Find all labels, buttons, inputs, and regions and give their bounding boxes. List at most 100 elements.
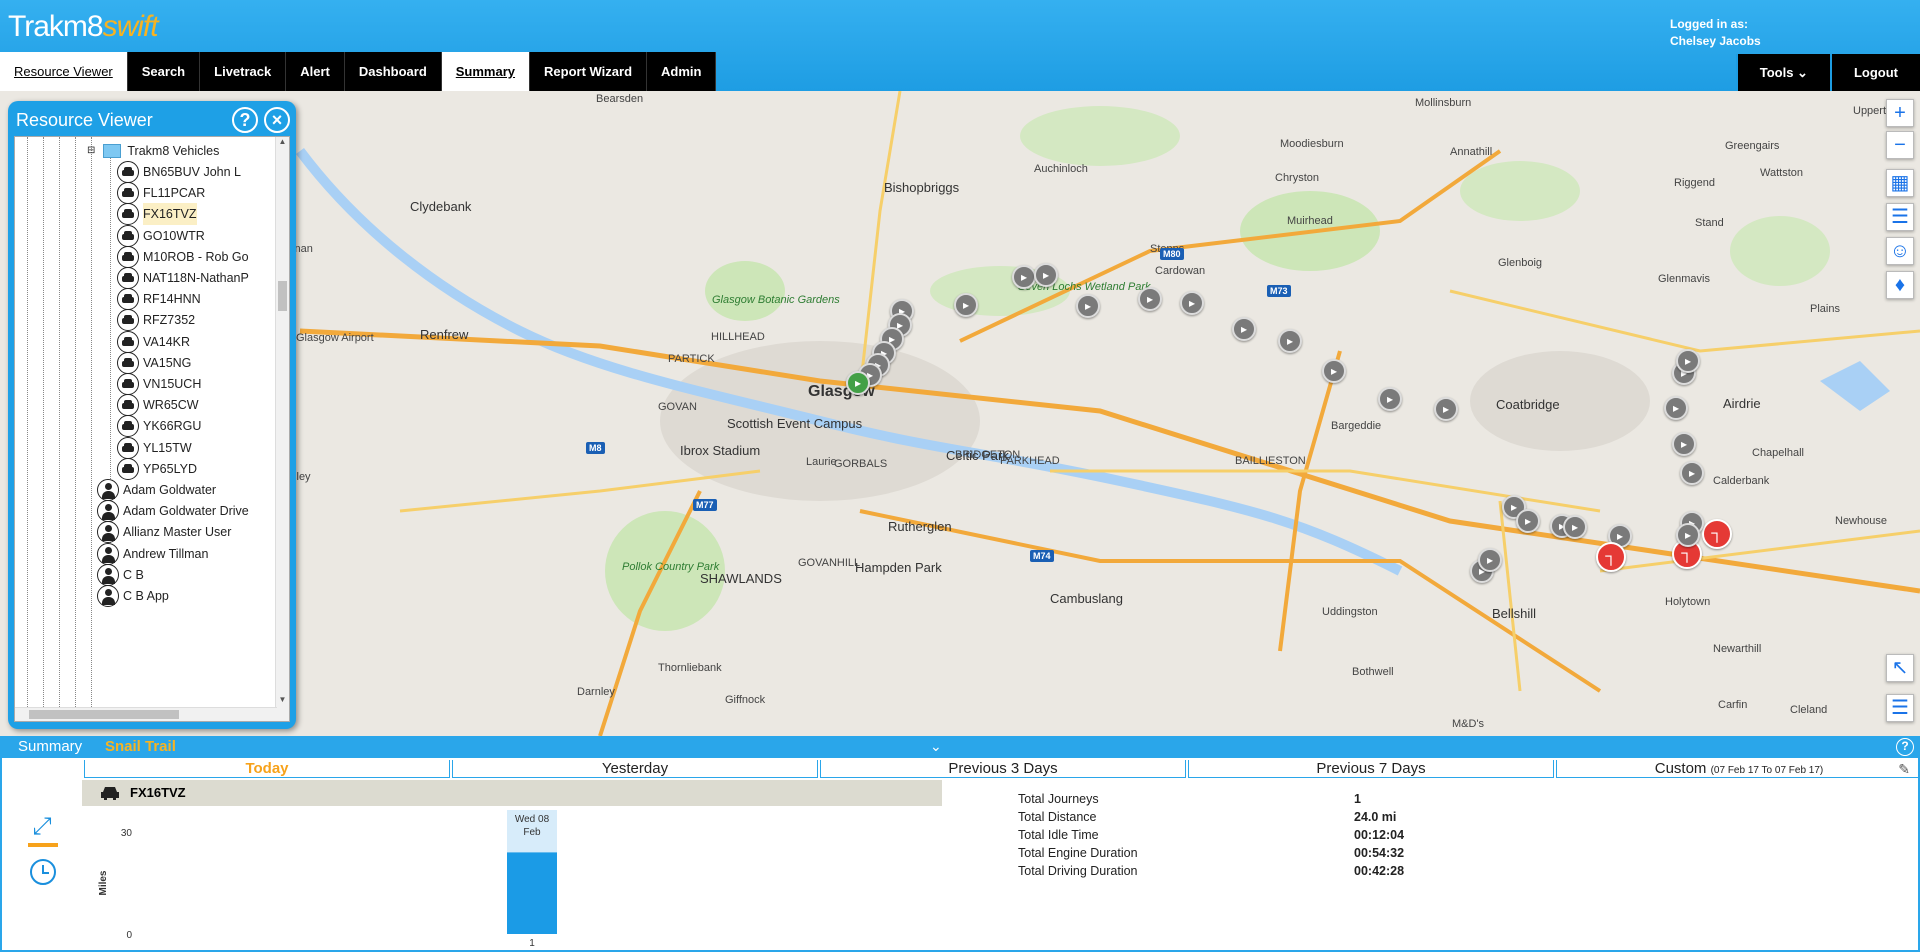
- event-marker-icon[interactable]: ┐: [1596, 542, 1626, 572]
- map-place-label: Glasgow Botanic Gardens: [712, 294, 840, 306]
- tree-vehicle-item[interactable]: BN65BUV John L: [117, 161, 241, 183]
- tab-summary[interactable]: Summary: [441, 52, 531, 91]
- tree-vehicle-label: VA15NG: [143, 355, 192, 370]
- trail-marker-icon[interactable]: ▸: [1278, 329, 1302, 353]
- tree-person-item[interactable]: Andrew Tillman: [97, 542, 208, 565]
- person-icon: [97, 521, 119, 544]
- layers-icon[interactable]: ☰: [1886, 203, 1914, 231]
- trail-marker-icon[interactable]: ▸: [1434, 397, 1458, 421]
- bar[interactable]: [507, 852, 557, 934]
- tree-vehicle-item[interactable]: WR65CW: [117, 394, 199, 417]
- tree-vehicle-item[interactable]: FX16TVZ: [117, 203, 197, 226]
- trail-marker-icon[interactable]: ▸: [1680, 461, 1704, 485]
- tree-person-label: Adam Goldwater: [123, 483, 217, 497]
- trail-marker-icon[interactable]: ▸: [1076, 294, 1100, 318]
- collapse-chevron-icon[interactable]: ⌄: [930, 738, 942, 755]
- tree-vehicle-item[interactable]: NAT118N-NathanP: [117, 267, 249, 289]
- clock-icon[interactable]: [30, 859, 56, 885]
- scroll-down-arrow[interactable]: ▼: [276, 695, 289, 707]
- trail-marker-icon[interactable]: ▸: [1232, 317, 1256, 341]
- tree-vertical-scrollbar[interactable]: ▲ ▼: [275, 137, 289, 721]
- tree-vehicle-item[interactable]: M10ROB - Rob Go: [117, 245, 249, 268]
- zoom-in-button[interactable]: +: [1886, 99, 1914, 127]
- tools-menu[interactable]: Tools ⌄: [1735, 54, 1830, 91]
- logout-button[interactable]: Logout: [1829, 54, 1920, 91]
- tree-person-item[interactable]: Adam Goldwater: [97, 479, 216, 501]
- tab-alert[interactable]: Alert: [286, 52, 345, 91]
- trail-marker-icon[interactable]: ▸: [1516, 509, 1540, 533]
- trail-marker-icon[interactable]: ▸: [1138, 287, 1162, 311]
- map-type-icon[interactable]: ▦: [1886, 169, 1914, 197]
- tree-folder-trakm8-vehicles[interactable]: ⊟ Trakm8 Vehicles: [87, 140, 219, 162]
- summary-header-bar: Summary Snail Trail ⌄ ?: [0, 736, 1920, 758]
- tree-person-item[interactable]: Adam Goldwater Drive: [97, 500, 249, 523]
- collapse-icon[interactable]: ⊟: [87, 140, 95, 162]
- tree-vehicle-item[interactable]: FL11PCAR: [117, 182, 205, 205]
- expand-diagonal-icon[interactable]: ⤢: [22, 813, 62, 841]
- scroll-up-arrow[interactable]: ▲: [276, 137, 289, 149]
- help-icon[interactable]: ?: [232, 107, 258, 133]
- trail-marker-icon[interactable]: ▸: [1478, 548, 1502, 572]
- pencil-icon[interactable]: ✎: [1898, 761, 1910, 778]
- trail-marker-icon[interactable]: ▸: [1676, 349, 1700, 373]
- stat-row: Total Engine Duration 00:54:32: [1018, 844, 1404, 862]
- hscroll-thumb[interactable]: [29, 710, 179, 719]
- tree-horizontal-scrollbar[interactable]: [15, 707, 277, 721]
- period-today[interactable]: Today: [84, 760, 450, 778]
- map-place-label: SHAWLANDS: [700, 571, 782, 586]
- tree-vehicle-item[interactable]: VN15UCH: [117, 373, 201, 395]
- tree-vehicle-item[interactable]: YL15TW: [117, 436, 192, 459]
- trail-marker-icon[interactable]: ▸: [1012, 265, 1036, 289]
- trail-marker-icon[interactable]: ▸: [954, 293, 978, 317]
- tree-vehicle-item[interactable]: RF14HNN: [117, 288, 201, 311]
- summary-title[interactable]: Summary: [18, 738, 82, 755]
- tree-person-item[interactable]: C B: [97, 563, 144, 586]
- zoom-out-button[interactable]: −: [1886, 131, 1914, 159]
- tree-person-item[interactable]: Allianz Master User: [97, 521, 231, 544]
- trail-marker-icon[interactable]: ▸: [1672, 432, 1696, 456]
- tree-vehicle-item[interactable]: VA14KR: [117, 330, 190, 353]
- tree-person-item[interactable]: C B App: [97, 585, 169, 607]
- map-place-label: Glenmavis: [1658, 273, 1710, 285]
- period-custom[interactable]: Custom (07 Feb 17 To 07 Feb 17): [1556, 760, 1920, 778]
- tree-vehicle-item[interactable]: GO10WTR: [117, 224, 205, 247]
- snail-trail-tab[interactable]: Snail Trail: [105, 738, 176, 755]
- resource-viewer-panel: Resource Viewer ? × ⊟ Trakm8 Vehicles BN…: [8, 101, 296, 729]
- tree-vehicle-label: YP65LYD: [143, 461, 197, 476]
- trail-marker-icon[interactable]: ▸: [1180, 291, 1204, 315]
- map-place-label: PARKHEAD: [1000, 455, 1060, 467]
- tag-icon[interactable]: ♦: [1886, 271, 1914, 299]
- vehicle-icon: [117, 415, 139, 438]
- trail-marker-icon[interactable]: ▸: [1378, 387, 1402, 411]
- tab-resource-viewer[interactable]: Resource Viewer: [0, 52, 128, 91]
- tree-vehicle-item[interactable]: YK66RGU: [117, 415, 201, 438]
- tree-guide: [27, 137, 28, 707]
- trail-marker-icon[interactable]: ▸: [1563, 515, 1587, 539]
- scroll-thumb[interactable]: [278, 281, 287, 311]
- trail-marker-icon[interactable]: ▸: [1676, 523, 1700, 547]
- tree-vehicle-item[interactable]: YP65LYD: [117, 457, 197, 480]
- trail-marker-icon[interactable]: ▸: [846, 371, 870, 395]
- street-view-icon[interactable]: ☺: [1886, 237, 1914, 265]
- expand-arrow-icon[interactable]: ↖: [1886, 654, 1914, 682]
- summary-help-icon[interactable]: ?: [1896, 738, 1914, 756]
- resource-viewer-title: Resource Viewer: [16, 110, 153, 130]
- tree-vehicle-item[interactable]: RFZ7352: [117, 309, 195, 332]
- tab-report-wizard[interactable]: Report Wizard: [530, 52, 648, 91]
- tab-livetrack[interactable]: Livetrack: [200, 52, 287, 91]
- map-place-label: Newarthill: [1713, 643, 1762, 655]
- tab-search[interactable]: Search: [127, 52, 201, 91]
- close-icon[interactable]: ×: [264, 107, 290, 133]
- period-yesterday[interactable]: Yesterday: [452, 760, 818, 778]
- tab-dashboard[interactable]: Dashboard: [344, 52, 442, 91]
- trail-marker-icon[interactable]: ▸: [1322, 359, 1346, 383]
- trail-marker-icon[interactable]: ▸: [1664, 396, 1688, 420]
- trail-marker-icon[interactable]: ▸: [1034, 263, 1058, 287]
- period-previous-7-days[interactable]: Previous 7 Days: [1188, 760, 1554, 778]
- period-previous-3-days[interactable]: Previous 3 Days: [820, 760, 1186, 778]
- road-m74: [859, 509, 1602, 693]
- tree-vehicle-item[interactable]: VA15NG: [117, 351, 192, 374]
- event-marker-icon[interactable]: ┐: [1702, 519, 1732, 549]
- tab-admin[interactable]: Admin: [647, 52, 717, 91]
- list-icon[interactable]: ☰: [1886, 694, 1914, 722]
